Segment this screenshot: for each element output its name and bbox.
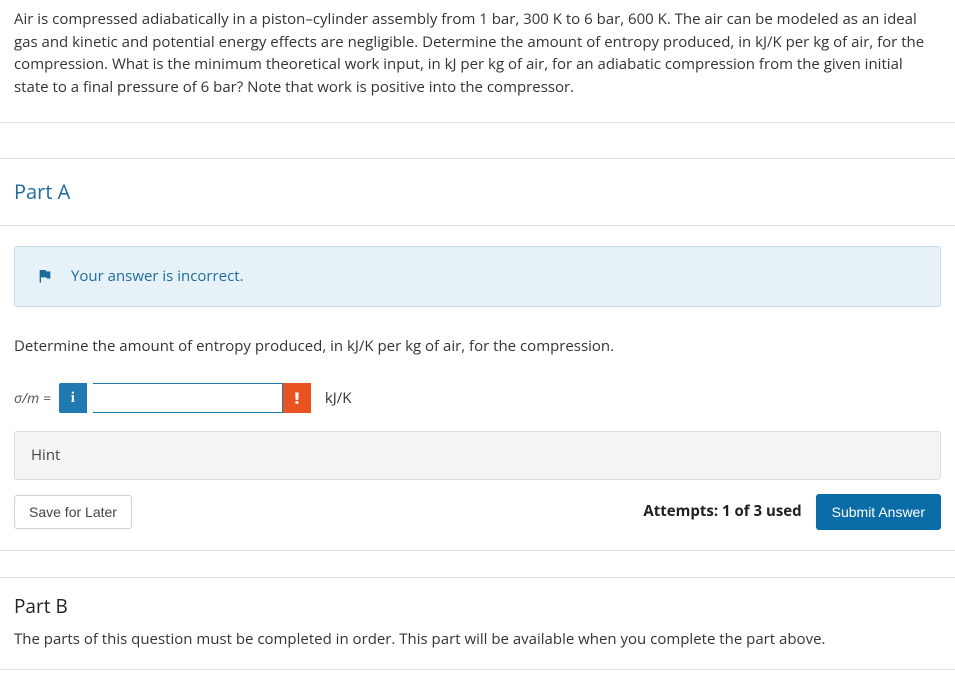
answer-input[interactable] xyxy=(93,383,283,413)
save-for-later-button[interactable]: Save for Later xyxy=(14,495,132,529)
attempts-text: Attempts: 1 of 3 used xyxy=(643,500,801,523)
flag-icon xyxy=(37,268,53,284)
variable-label: σ/m = xyxy=(14,388,51,409)
part-a-body: Your answer is incorrect. Determine the … xyxy=(0,226,955,544)
hint-button[interactable]: Hint xyxy=(14,431,941,480)
section-divider xyxy=(0,550,955,578)
incorrect-alert-text: Your answer is incorrect. xyxy=(71,265,244,288)
part-a-prompt: Determine the amount of entropy produced… xyxy=(14,335,941,358)
part-a-header: Part A xyxy=(0,159,955,226)
unit-label: kJ/K xyxy=(325,387,352,410)
answer-row: σ/m = i ! kJ/K xyxy=(14,383,941,413)
question-text: Air is compressed adiabatically in a pis… xyxy=(0,0,955,123)
incorrect-alert: Your answer is incorrect. xyxy=(14,246,941,307)
right-actions: Attempts: 1 of 3 used Submit Answer xyxy=(643,494,941,530)
part-b-locked-text: The parts of this question must be compl… xyxy=(0,624,955,670)
actions-row: Save for Later Attempts: 1 of 3 used Sub… xyxy=(14,494,941,530)
bottom-spacer xyxy=(0,670,955,688)
error-icon: ! xyxy=(283,383,311,413)
info-icon[interactable]: i xyxy=(59,383,87,413)
submit-answer-button[interactable]: Submit Answer xyxy=(816,494,941,530)
part-b-header: Part B xyxy=(0,578,955,625)
section-spacer xyxy=(0,123,955,159)
